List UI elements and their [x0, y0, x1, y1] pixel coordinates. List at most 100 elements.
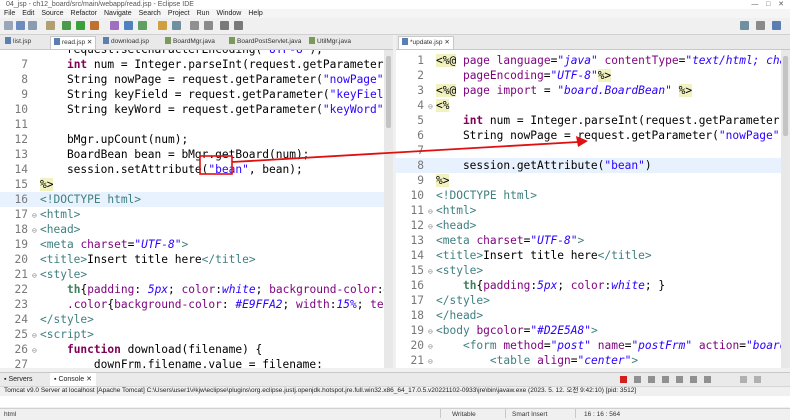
code-line: 26 ⊖ function download(filename) {	[14, 343, 263, 356]
file-icon	[103, 37, 109, 44]
status-cursor-position: 16 : 16 : 564	[584, 411, 621, 418]
save-all-icon[interactable]	[28, 21, 37, 30]
quick-access-search-icon[interactable]	[740, 21, 749, 30]
external-tools-icon[interactable]	[90, 21, 99, 30]
minimize-view-icon[interactable]	[740, 376, 747, 383]
new-java-project-icon[interactable]	[110, 21, 119, 30]
menu-project[interactable]: Project	[168, 10, 190, 17]
terminate-icon[interactable]	[620, 376, 627, 383]
scrollbar-thumb[interactable]	[783, 56, 788, 136]
file-icon	[402, 38, 408, 45]
search-icon[interactable]	[172, 21, 181, 30]
next-annotation-icon[interactable]	[204, 21, 213, 30]
code-line: 5 int num = Integer.parseInt(request.get…	[417, 114, 781, 127]
close-icon[interactable]: ✕	[778, 1, 784, 8]
remove-launch-icon[interactable]	[634, 376, 641, 383]
menu-edit[interactable]: Edit	[22, 10, 34, 17]
left-editor-scrollbar[interactable]	[384, 50, 393, 368]
pin-console-icon[interactable]	[676, 376, 683, 383]
code-line: 21 ⊖ <style>	[14, 268, 88, 281]
new-package-icon[interactable]	[124, 21, 133, 30]
menu-run[interactable]: Run	[197, 10, 210, 17]
open-console-icon[interactable]	[704, 376, 711, 383]
code-line: 27 downFrm.filename.value = filename;	[14, 358, 323, 368]
code-line: 20 ⊖ <form method="post" name="postFrm" a…	[410, 339, 781, 352]
tab-download-jsp[interactable]: download.jsp	[100, 36, 152, 48]
minimize-icon[interactable]: —	[751, 1, 758, 8]
status-bar: html Writable Smart Insert 16 : 16 : 564	[0, 408, 790, 420]
tab-boardpostservlet-java[interactable]: BoardPostServlet.java	[226, 36, 304, 48]
tab-boardmgr-java[interactable]: BoardMgr.java	[162, 36, 218, 48]
tab-update-jsp[interactable]: *update.jsp ✕	[398, 36, 454, 49]
run-icon[interactable]	[76, 21, 85, 30]
maximize-icon[interactable]: □	[766, 1, 770, 8]
open-type-icon[interactable]	[158, 21, 167, 30]
code-line: 1 <%@ page language="java" contentType="t…	[417, 54, 781, 67]
menu-navigate[interactable]: Navigate	[104, 10, 132, 17]
code-line: 14 <title>Insert title here</title>	[410, 249, 652, 262]
toolbar	[0, 18, 790, 35]
code-line: 9 String keyField = request.getParameter…	[21, 88, 384, 101]
menu-refactor[interactable]: Refactor	[71, 10, 97, 17]
tab-read-jsp[interactable]: read.jsp ✕	[50, 36, 97, 49]
menu-help[interactable]: Help	[248, 10, 262, 17]
editor-tabs-left: list.jsp read.jsp ✕ download.jsp BoardMg…	[0, 35, 393, 50]
console-launch-info: Tomcat v9.0 Server at localhost [Apache …	[4, 387, 637, 394]
code-line: 21 ⊖ <table align="center">	[410, 354, 639, 367]
editor-read-jsp[interactable]: request.setCharacterEncoding("UTF-8"); 7…	[0, 50, 384, 368]
debug-icon[interactable]	[62, 21, 71, 30]
tab-utilmgr-java[interactable]: UtilMgr.java	[306, 36, 354, 48]
code-line: 11	[14, 118, 28, 131]
menu-bar: File Edit Source Refactor Navigate Search Proj…	[0, 9, 790, 18]
code-line: 3 <%@ page import = "board.BoardBean" %>	[417, 84, 693, 97]
window-controls[interactable]: — □ ✕	[751, 0, 784, 9]
terminal-icon[interactable]	[46, 21, 55, 30]
annotation-icon[interactable]	[190, 21, 199, 30]
code-line: 17 </style>	[410, 294, 490, 307]
code-line: 2 pageEncoding="UTF-8"%>	[417, 69, 612, 82]
code-line: 15 ⊖ <style>	[410, 264, 484, 277]
java-file-icon	[309, 37, 315, 44]
tab-console[interactable]: ▪ Console ✕	[50, 373, 96, 386]
code-line: 10 <!DOCTYPE html>	[410, 189, 538, 202]
code-line: 4 ⊖ <%	[417, 99, 450, 112]
code-line: 22 th{padding: 5px; color:white; backgro…	[14, 283, 384, 296]
tab-servers[interactable]: ▪ Servers	[4, 373, 33, 386]
code-line: 19 <meta charset="UTF-8">	[14, 238, 189, 251]
forward-icon[interactable]	[234, 21, 243, 30]
clear-console-icon[interactable]	[648, 376, 655, 383]
menu-search[interactable]: Search	[139, 10, 161, 17]
file-icon	[54, 38, 60, 45]
perspective-icon[interactable]	[756, 21, 765, 30]
maximize-view-icon[interactable]	[754, 376, 761, 383]
java-file-icon	[165, 37, 171, 44]
code-line: 23 .color{background-color: #E9FFA2; wid…	[14, 298, 384, 311]
back-icon[interactable]	[220, 21, 229, 30]
scrollbar-thumb[interactable]	[386, 56, 391, 128]
code-line: 25 ⊖ <script>	[14, 328, 94, 341]
status-writable: Writable	[452, 411, 476, 418]
menu-window[interactable]: Window	[216, 10, 241, 17]
bottom-panel-tabs: ▪ Servers ▪ Console ✕	[0, 372, 790, 387]
code-line: 12 ⊖ <head>	[410, 219, 477, 232]
save-icon[interactable]	[16, 21, 25, 30]
code-line-current: 16 <!DOCTYPE html>	[0, 192, 384, 207]
window-title: 04_jsp - ch12_board/src/main/webapp/read…	[6, 1, 194, 8]
code-line: 17 ⊖ <html>	[14, 208, 81, 221]
menu-file[interactable]: File	[4, 10, 15, 17]
editor-update-jsp[interactable]: 1 <%@ page language="java" contentType="t…	[396, 50, 781, 368]
console-output[interactable]	[0, 396, 790, 407]
display-console-icon[interactable]	[690, 376, 697, 383]
java-ee-perspective-icon[interactable]	[772, 21, 781, 30]
file-icon	[5, 37, 11, 44]
code-line: 14 session.setAttribute("bean", bean);	[14, 163, 303, 176]
tab-list-jsp[interactable]: list.jsp	[2, 36, 34, 48]
new-icon[interactable]	[4, 21, 13, 30]
menu-source[interactable]: Source	[41, 10, 63, 17]
scroll-lock-icon[interactable]	[662, 376, 669, 383]
new-class-icon[interactable]	[138, 21, 147, 30]
right-editor-scrollbar[interactable]	[781, 50, 790, 368]
code-line: 7 int num = Integer.parseInt(request.get…	[21, 58, 384, 71]
code-line: 24 </style>	[14, 313, 94, 326]
code-line: 7	[417, 144, 424, 157]
